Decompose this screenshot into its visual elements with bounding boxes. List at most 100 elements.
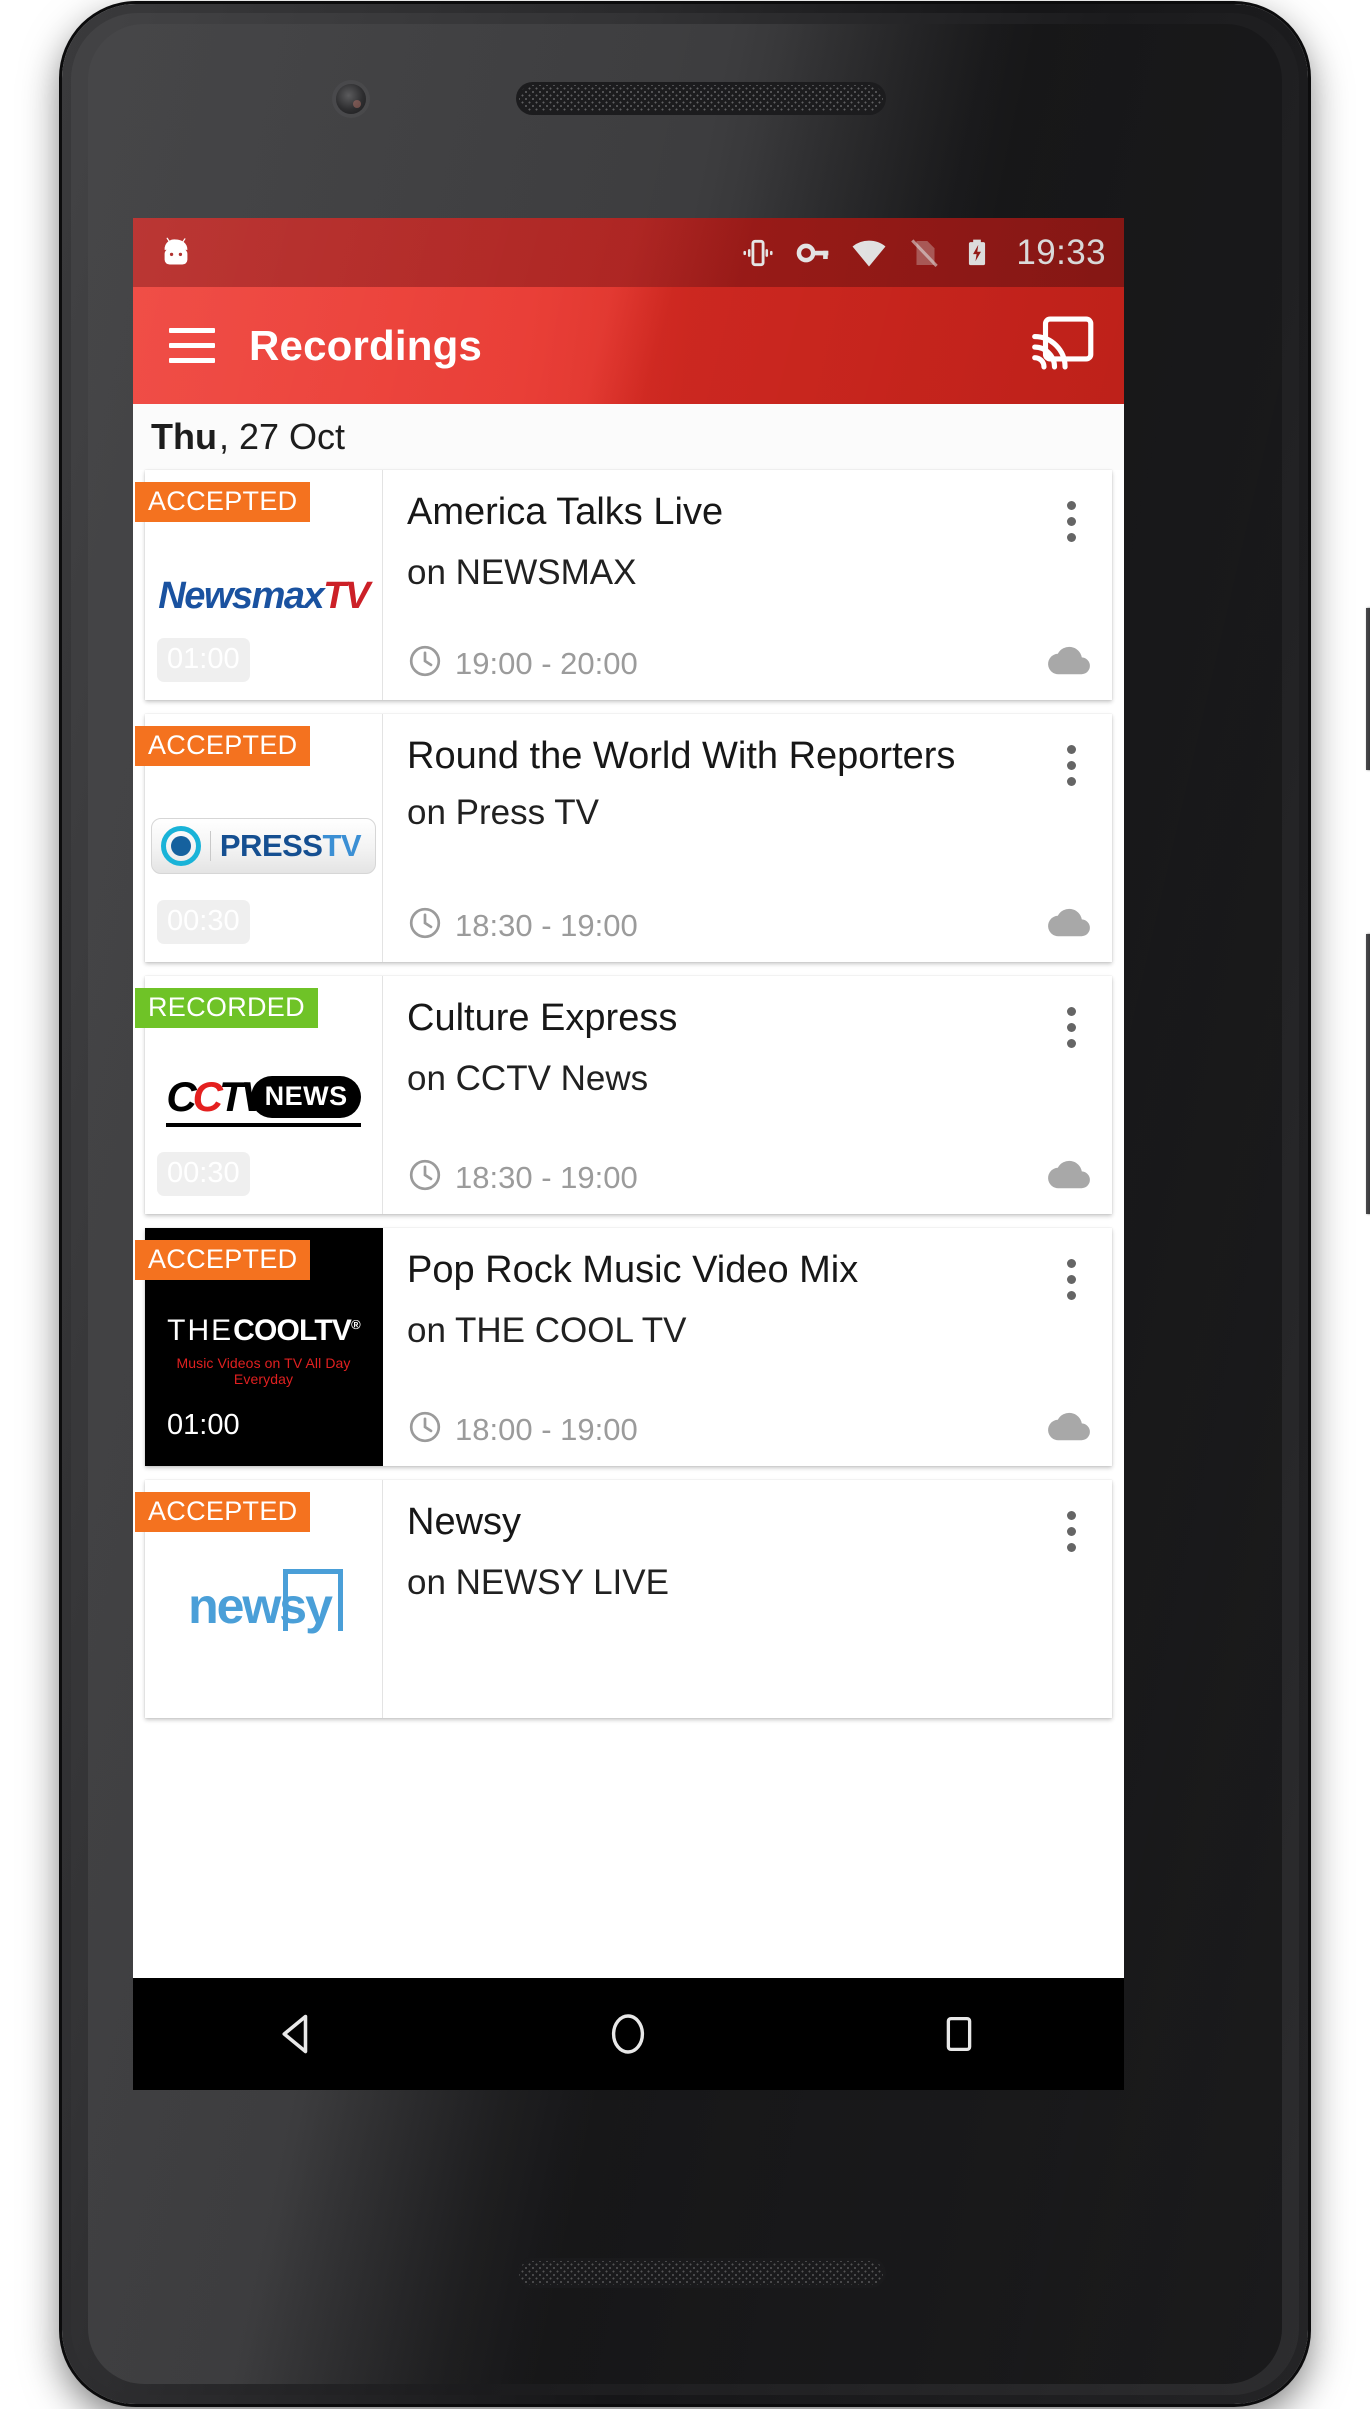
newsy-frame-icon [282,1569,343,1631]
recording-card[interactable]: ACCEPTED THECOOLTV® Music Videos on TV A… [135,1228,1112,1466]
duration-badge: 01:00 [157,638,250,682]
status-bar-left [157,234,740,272]
channel-logo-pane: ACCEPTED PRESSTV 00:30 [135,714,383,962]
more-vertical-icon[interactable] [1048,490,1094,552]
program-title: Newsy [407,1501,522,1543]
newsy-logo: newsy [145,1566,382,1646]
recording-details: Pop Rock Music Video Mix on THE COOL TV … [383,1228,1112,1466]
no-sim-icon [906,235,942,271]
app-bar: Recordings [133,287,1124,404]
status-bar-clock: 19:33 [1016,232,1106,272]
earpiece-speaker [516,82,886,115]
hamburger-line [169,343,215,348]
channel-logo-pane: ACCEPTED NewsmaxTV 01:00 [135,470,383,700]
back-triangle-icon[interactable] [238,1989,358,2079]
program-title: America Talks Live [407,491,724,533]
earpiece-mesh [519,85,883,112]
status-badge: RECORDED [135,988,318,1028]
newsmax-tv-logo: NewsmaxTV [145,556,382,636]
recording-footer: 19:00 - 20:00 [407,643,1092,684]
program-title: Round the World With Reporters [407,735,956,777]
program-channel: on CCTV News [407,1058,649,1098]
cooltv-tagline: Music Videos on TV All Day Everyday [176,1354,351,1387]
hamburger-menu-icon[interactable] [161,315,223,377]
recording-card[interactable]: ACCEPTED PRESSTV 00:30 Round the World W… [135,714,1112,962]
duration-badge: 01:00 [167,1409,240,1441]
cctv-news-badge: NEWS [250,1076,361,1118]
time-range: 18:30 - 19:00 [455,1159,638,1195]
status-badge: ACCEPTED [135,1240,311,1280]
hamburger-line [169,328,215,333]
home-circle-icon[interactable] [568,1989,688,2079]
clock-icon [407,1157,443,1198]
recording-footer: 18:00 - 19:00 [407,1409,1092,1450]
hamburger-line [169,358,215,363]
clock-icon [407,905,443,946]
cctv-underline [166,1123,361,1127]
clock-icon [407,1409,443,1450]
clock-icon [407,643,443,684]
recording-details: Round the World With Reporters on Press … [383,714,1112,962]
status-badge: ACCEPTED [135,726,311,766]
more-vertical-icon[interactable] [1048,1248,1094,1310]
date-header-day: Thu [151,416,217,457]
page-title: Recordings [249,321,483,369]
cctv-news-logo: CCTV NEWS [145,1060,382,1140]
program-title: Culture Express [407,997,678,1039]
cloud-icon [1044,1409,1092,1450]
bottom-speaker-mesh [519,2261,883,2285]
android-logo-icon [157,234,195,272]
cctv-logo-part2: C [192,1073,223,1120]
recording-details: Newsy on NEWSY LIVE [383,1480,1112,1718]
time-range: 18:30 - 19:00 [455,907,638,943]
program-channel: on Press TV [407,792,599,832]
vibrate-icon [740,235,776,271]
date-header-date: , 27 Oct [218,416,346,457]
time-range: 19:00 - 20:00 [455,645,638,681]
more-vertical-icon[interactable] [1048,734,1094,796]
recording-card[interactable]: ACCEPTED NewsmaxTV 01:00 America Talks L… [135,470,1112,700]
time-range: 18:00 - 19:00 [455,1411,638,1447]
presstv-logo-part2: TV [322,828,362,863]
volume-rocker-button[interactable] [1366,934,1370,1214]
program-channel: on NEWSMAX [407,552,637,592]
recording-footer: 18:30 - 19:00 [407,905,1092,946]
date-header: Thu, 27 Oct [133,404,1124,470]
press-tv-ring-icon [160,826,201,866]
newsmax-logo-part2: TV [323,574,370,617]
android-navigation-bar [133,1978,1124,2090]
cooltv-logo-part2: COOLTV [233,1313,352,1347]
cloud-icon [1044,1157,1092,1198]
recording-footer: 18:30 - 19:00 [407,1157,1092,1198]
duration-badge: 00:30 [157,900,250,944]
cloud-icon [1044,643,1092,684]
duration-badge: 00:30 [157,1152,250,1196]
cctv-logo-part1: C [166,1073,196,1120]
recents-square-icon[interactable] [899,1989,1019,2079]
bottom-speaker [516,2258,886,2288]
channel-logo-pane: ACCEPTED THECOOLTV® Music Videos on TV A… [135,1228,383,1466]
wifi-icon [850,234,888,272]
more-vertical-icon[interactable] [1048,996,1094,1058]
program-title: Pop Rock Music Video Mix [407,1249,859,1291]
program-channel: on THE COOL TV [407,1310,687,1350]
program-channel: on NEWSY LIVE [407,1562,669,1602]
more-vertical-icon[interactable] [1048,1500,1094,1562]
status-bar: 19:33 [133,218,1124,287]
battery-charging-icon [960,236,994,270]
cloud-icon [1044,905,1092,946]
recordings-list[interactable]: Thu, 27 Oct ACCEPTED NewsmaxTV 01:00 Ame… [133,404,1124,1978]
recording-details: Culture Express on CCTV News 18:30 - 19:… [383,976,1112,1214]
cooltv-logo-part1: THE [167,1313,234,1347]
chromecast-icon[interactable] [1032,316,1094,375]
phone-screen: 19:33 Recordings Thu, 27 Oct ACCEPTED Ne… [133,218,1124,2090]
channel-logo-pane: RECORDED CCTV NEWS 00:30 [135,976,383,1214]
recording-card[interactable]: RECORDED CCTV NEWS 00:30 Culture Express… [135,976,1112,1214]
status-badge: ACCEPTED [135,1492,311,1532]
channel-logo-pane: ACCEPTED newsy [135,1480,383,1718]
status-badge: ACCEPTED [135,482,311,522]
power-button[interactable] [1366,608,1370,770]
the-cool-tv-logo: THECOOLTV® Music Videos on TV All Day Ev… [145,1306,382,1394]
press-tv-logo: PRESSTV [145,806,382,886]
recording-card[interactable]: ACCEPTED newsy Newsy on NEWSY LIVE [135,1480,1112,1718]
